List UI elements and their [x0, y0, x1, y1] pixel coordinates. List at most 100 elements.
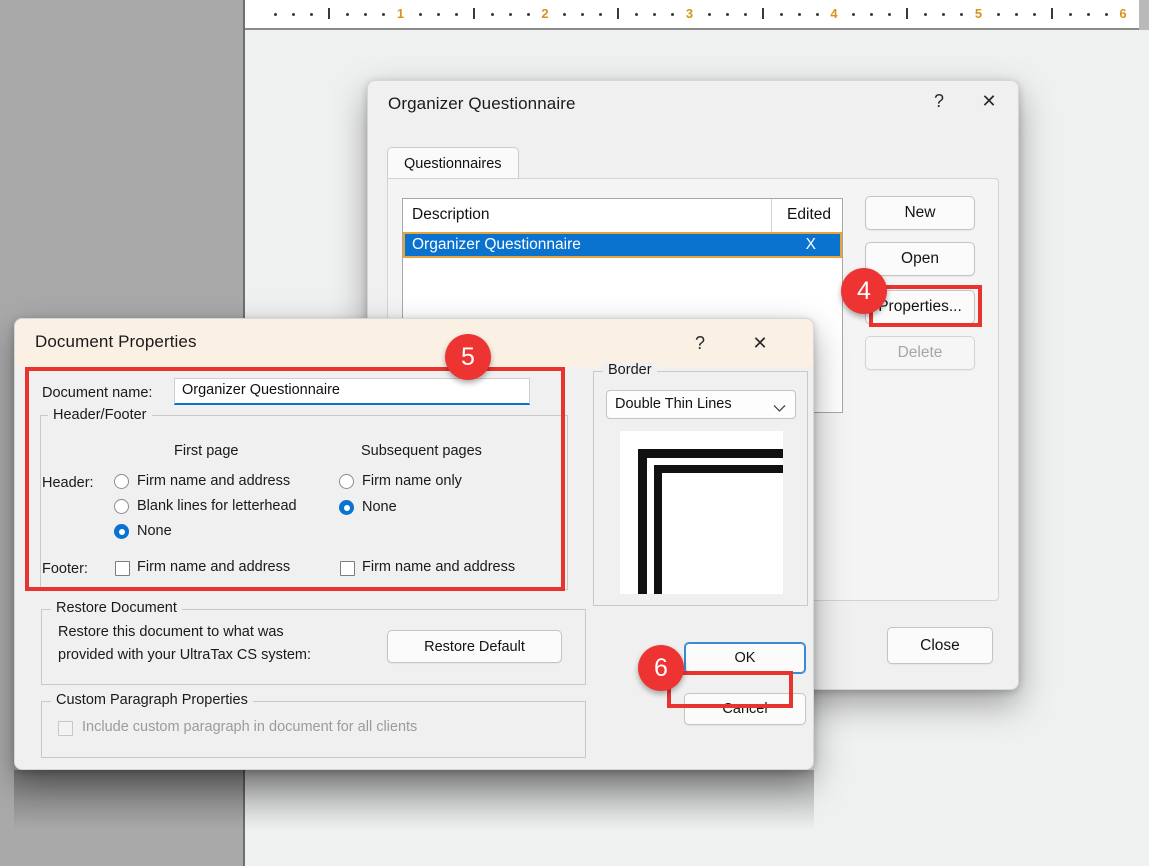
restore-default-button[interactable]: Restore Default: [387, 630, 562, 663]
radio-subsequent-none-label: None: [362, 499, 397, 515]
ruler-tick: [454, 13, 458, 16]
ruler-label-4: 4: [830, 6, 838, 21]
ruler-label-5: 5: [974, 6, 983, 21]
ruler-label-6: 6: [1119, 6, 1127, 21]
step-badge-4: 4: [841, 268, 887, 314]
ruler-tick: [508, 13, 512, 16]
document-name-input[interactable]: Organizer Questionnaire: [174, 378, 530, 405]
border-section: Border Double Thin Lines: [593, 362, 808, 606]
ruler-tick: [743, 13, 747, 16]
header-footer-region: Document name: Header/Footer First page …: [34, 373, 574, 598]
border-style-value: Double Thin Lines: [615, 396, 732, 412]
column-separator: [771, 199, 772, 232]
column-header-edited: Edited: [787, 206, 831, 223]
ruler-tick: [779, 13, 783, 16]
table-row[interactable]: Organizer Questionnaire X: [403, 232, 842, 258]
radio-first-none-label: None: [137, 523, 172, 539]
include-custom-paragraph-label: Include custom paragraph in document for…: [82, 719, 418, 735]
ruler-half-tick: [906, 8, 909, 19]
ruler-tick: [382, 13, 386, 16]
ruler-half-tick: [761, 8, 764, 19]
header-footer-legend: Header/Footer: [48, 407, 152, 423]
radio-subsequent-firm-name-only[interactable]: [339, 474, 354, 489]
column-header-description: Description: [412, 206, 490, 223]
ruler-half-tick: [1050, 8, 1053, 19]
radio-subsequent-firm-name-only-label: Firm name only: [362, 473, 462, 489]
restore-default-button-label: Restore Default: [424, 638, 525, 655]
radio-first-firm-name-and-address[interactable]: [114, 474, 129, 489]
border-section-legend: Border: [603, 362, 657, 378]
ruler-half-tick: [617, 8, 620, 19]
ruler-tick: [942, 13, 946, 16]
chevron-down-icon: [773, 400, 786, 418]
close-button[interactable]: Close: [887, 627, 993, 664]
ruler-label-2: 2: [541, 6, 549, 21]
help-icon[interactable]: ?: [916, 81, 962, 121]
radio-subsequent-none[interactable]: [339, 500, 354, 515]
delete-button: Delete: [865, 336, 975, 370]
ruler-tick: [797, 13, 801, 16]
help-icon[interactable]: ?: [677, 323, 723, 363]
ruler-label-3: 3: [685, 6, 694, 21]
row-description: Organizer Questionnaire: [412, 236, 581, 253]
ruler-tick: [563, 13, 567, 16]
ruler-tick: [274, 13, 278, 16]
radio-first-blank-lines-for-letterhead[interactable]: [114, 499, 129, 514]
checkbox-subsequent-footer[interactable]: [340, 561, 355, 576]
ruler-tick: [1068, 13, 1072, 16]
restore-document-legend: Restore Document: [51, 600, 182, 616]
include-custom-paragraph-checkbox: [58, 721, 73, 736]
radio-first-none[interactable]: [114, 524, 129, 539]
restore-text-line1: Restore this document to what was: [58, 624, 284, 640]
horizontal-ruler[interactable]: 1 2 3 4 5 6: [245, 0, 1149, 30]
ruler-tick: [292, 13, 296, 16]
ruler-tick: [436, 13, 440, 16]
open-button[interactable]: Open: [865, 242, 975, 276]
delete-button-label: Delete: [897, 344, 943, 361]
footer-row-label: Footer:: [42, 561, 88, 577]
row-edited: X: [805, 236, 816, 253]
tab-questionnaires[interactable]: Questionnaires: [387, 147, 519, 180]
close-button-label: Close: [920, 636, 960, 654]
questionnaire-title-bar: Organizer Questionnaire ? ✕: [368, 81, 1018, 129]
document-name-label: Document name:: [42, 385, 153, 401]
close-icon[interactable]: ✕: [737, 323, 783, 363]
column-first-page: First page: [174, 443, 239, 459]
border-preview: [620, 431, 783, 594]
ruler-tick: [924, 13, 928, 16]
restore-text-line2: provided with your UltraTax CS system:: [58, 647, 312, 663]
list-header-row: Description Edited: [403, 199, 842, 233]
ruler-tick: [653, 13, 657, 16]
border-style-select[interactable]: Double Thin Lines: [606, 390, 796, 419]
ruler-tick: [852, 13, 856, 16]
checkbox-first-page-footer[interactable]: [115, 561, 130, 576]
radio-first-firm-name-and-address-label: Firm name and address: [137, 473, 291, 489]
open-button-label: Open: [901, 250, 939, 267]
tab-questionnaires-label: Questionnaires: [404, 156, 502, 172]
ruler-tick: [996, 13, 1000, 16]
new-button[interactable]: New: [865, 196, 975, 230]
ok-button-label: OK: [734, 650, 756, 666]
cancel-button[interactable]: Cancel: [684, 693, 806, 725]
ruler-tick: [1032, 13, 1036, 16]
questionnaire-title: Organizer Questionnaire: [388, 94, 576, 113]
step-badge-6: 6: [638, 645, 684, 691]
ruler-tick: [725, 13, 729, 16]
ruler-tick: [490, 13, 494, 16]
ruler-tick: [1014, 13, 1018, 16]
ruler-tick: [418, 13, 422, 16]
ruler-tick: [635, 13, 639, 16]
close-icon[interactable]: ✕: [966, 81, 1012, 121]
ruler-tick: [707, 13, 711, 16]
step-badge-5: 5: [445, 334, 491, 380]
ok-button[interactable]: OK: [684, 642, 806, 674]
ruler-tick: [888, 13, 892, 16]
checkbox-subsequent-footer-label: Firm name and address: [362, 559, 516, 575]
ruler-tick: [671, 13, 675, 16]
questionnaire-tabstrip: Questionnaires: [387, 147, 999, 180]
ruler-tick: [815, 13, 819, 16]
new-button-label: New: [904, 204, 936, 221]
cancel-button-label: Cancel: [722, 701, 768, 717]
restore-document-section: Restore Document Restore this document t…: [41, 600, 586, 685]
ruler-half-tick: [472, 8, 475, 19]
